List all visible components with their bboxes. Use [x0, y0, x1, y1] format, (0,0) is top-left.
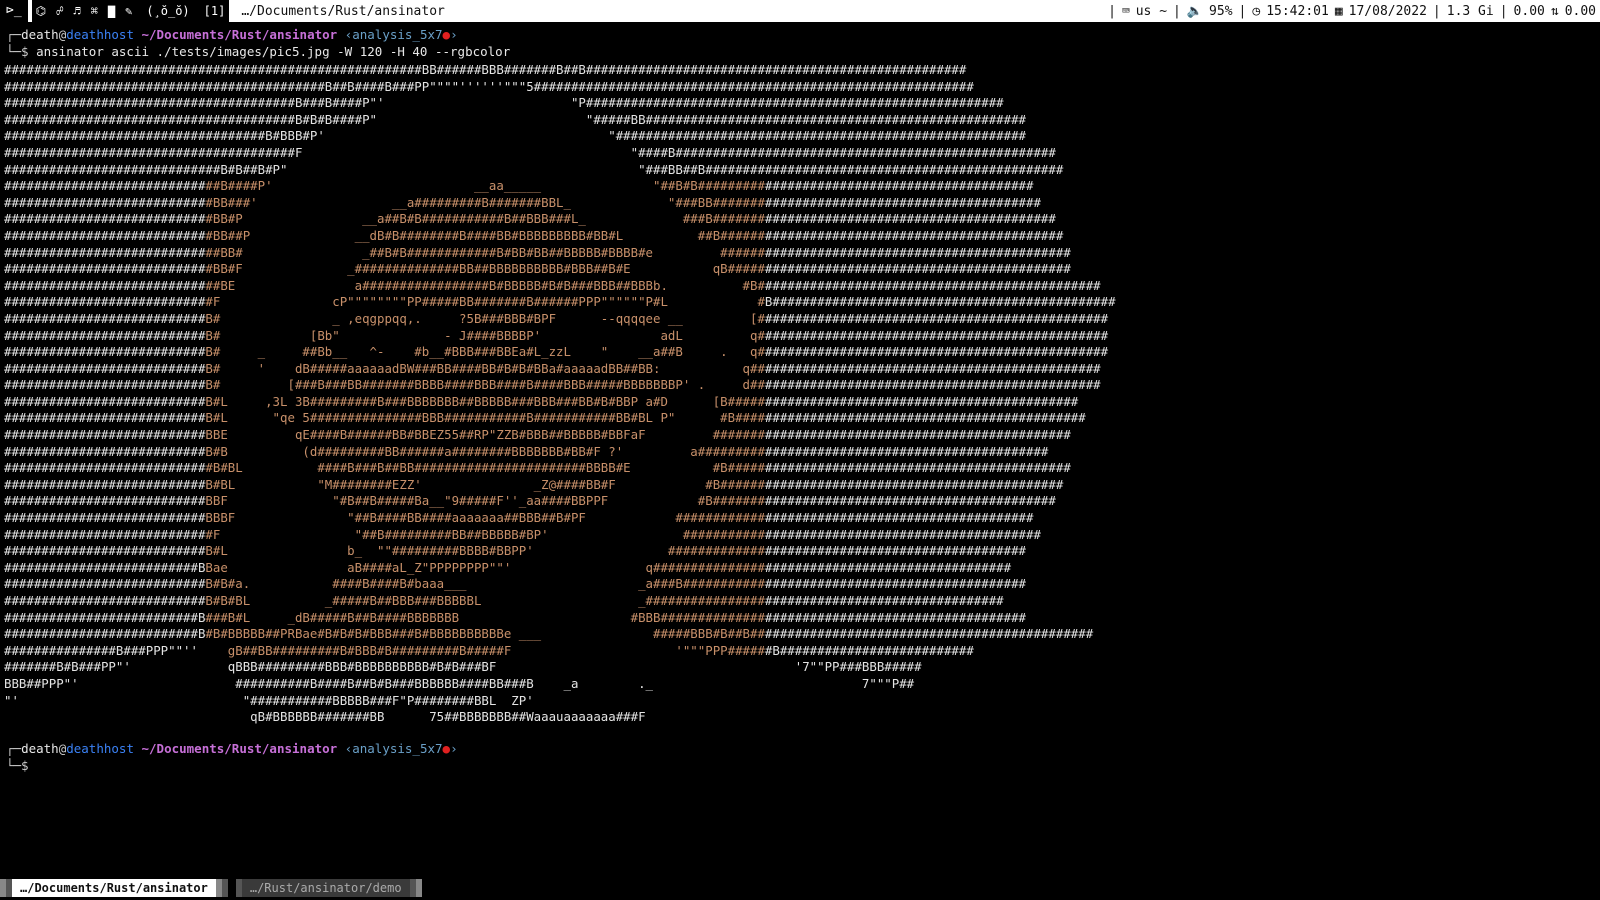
- git-branch: ‹analysis_5x7: [344, 27, 443, 42]
- ascii-line: BBB##PPP"' ##########B####B##B#B###BBBBB…: [4, 675, 915, 691]
- ascii-line: ########################################…: [4, 62, 967, 77]
- ascii-line: #############################B####P' __a…: [4, 178, 1034, 194]
- keyboard-icon: ⌨: [1121, 3, 1130, 19]
- ascii-line: ############################BB#F _######…: [4, 261, 1071, 277]
- terminal-window[interactable]: ┌─death@deathhost ~/Documents/Rust/ansin…: [4, 22, 1596, 880]
- ascii-line: #############################B#B##B#P" "…: [4, 161, 1064, 177]
- ascii-line: ##########################B#B#BBBBB##PRB…: [4, 626, 1094, 642]
- ascii-line: ############################F "##B######…: [4, 526, 1041, 542]
- clock-icon: ◷: [1252, 3, 1261, 19]
- ascii-line: ###############B###PPP""'' gB##BB#######…: [4, 642, 974, 658]
- ascii-line: ###########################B#L b_ ""####…: [4, 543, 1027, 559]
- camera-icon[interactable]: ⌘: [91, 4, 98, 18]
- net-up: 0.00: [1564, 3, 1596, 19]
- prompt-user: death: [21, 27, 59, 42]
- volume-level[interactable]: 95%: [1209, 4, 1232, 19]
- folder-icon[interactable]: ▇: [108, 4, 115, 18]
- ascii-art-output: ########################################…: [4, 62, 1116, 726]
- ascii-line: ##########################B###B#L _dB###…: [4, 609, 1027, 625]
- volume-icon: 🔈: [1186, 3, 1204, 19]
- ascii-line: "' "###########BBBBB###F"P########BBL ZP…: [4, 692, 534, 708]
- clock-time: 15:42:01: [1266, 3, 1329, 19]
- ascii-line: ###########################B#B (d#######…: [4, 443, 1049, 459]
- dirty-dot-icon: ●: [442, 741, 451, 756]
- cursor-line[interactable]: └─$: [6, 758, 29, 773]
- top-status-bar: ⊳_ ⌬ ☍ ♬ ⌘ ▇ ✎ (¸ŏ_ŏ) [1] …/Documents/Ru…: [0, 0, 1600, 22]
- pen-icon[interactable]: ✎: [125, 4, 132, 18]
- ascii-line: qB#BBBBBB#######BB 75##BBBBBBB##Waaauaaa…: [205, 709, 646, 725]
- workspace-switcher: ⌬ ☍ ♬ ⌘ ▇ ✎ (¸ŏ_ŏ) [1]: [31, 0, 230, 22]
- calendar-icon: ▦: [1334, 3, 1343, 19]
- ascii-line: ###########################BBE qE####B##…: [4, 427, 1071, 443]
- ascii-line: #######################################F…: [4, 144, 1056, 160]
- ascii-line: ############################F cP""""""""…: [4, 294, 1116, 310]
- tab-demo[interactable]: …/Rust/ansinator/demo: [241, 879, 410, 897]
- ascii-line: #############################BB# _##B#B#…: [4, 244, 1071, 260]
- ascii-line: ##########################BBae aB####aL_…: [4, 559, 1012, 575]
- ascii-line: ###########################B#BL "M######…: [4, 476, 1064, 492]
- ascii-line: ############################BB#P __a##B#…: [4, 211, 1056, 227]
- ascii-line: ############################B#BL ####B##…: [4, 460, 1071, 476]
- ascii-line: ###################################B#BBB…: [4, 128, 1027, 144]
- ascii-line: ###########################BBBF "##B####…: [4, 510, 1034, 526]
- ascii-line: #############################BE a#######…: [4, 277, 1101, 293]
- ascii-line: ############################BB###' __a##…: [4, 194, 1041, 210]
- refresh-icon[interactable]: ☍: [56, 4, 63, 18]
- memory-usage: 1.3 Gi: [1446, 3, 1494, 19]
- ascii-line: ###########################B#L ,3L 3B###…: [4, 393, 1079, 409]
- net-down: 0.00: [1513, 3, 1545, 19]
- ascii-line: ###########################BBF "#B##B###…: [4, 493, 1056, 509]
- terminal-icon[interactable]: ⊳_: [0, 0, 28, 22]
- dirty-dot-icon: ●: [442, 27, 451, 42]
- workspace-area: ⊳_ ⌬ ☍ ♬ ⌘ ▇ ✎ (¸ŏ_ŏ) [1] …/Documents/Ru…: [0, 0, 445, 22]
- window-title: …/Documents/Rust/ansinator: [241, 3, 445, 19]
- ascii-line: ###########################B# _ ##Bb__ ^…: [4, 344, 1109, 360]
- prompt-command: ┌─death@deathhost ~/Documents/Rust/ansin…: [6, 27, 511, 59]
- music-icon[interactable]: ♬: [73, 4, 80, 18]
- date: 17/08/2022: [1348, 3, 1427, 19]
- prompt-corner: ┌─: [6, 27, 22, 42]
- ascii-line: ###########################B# [###B###BB…: [4, 377, 1101, 393]
- ascii-line: #######B#B###PP"' qBBB#########BBB#BBBBB…: [4, 659, 922, 675]
- ascii-line: #######################################B…: [4, 95, 1004, 111]
- ascii-line: ###########################B# [Bb" - J##…: [4, 327, 1109, 343]
- network-icon[interactable]: ⌬: [36, 4, 46, 18]
- ascii-line: ###########################B# _ ,eqgppqq…: [4, 310, 1109, 326]
- keyboard-layout[interactable]: us ~: [1136, 4, 1167, 19]
- tab-ansinator[interactable]: …/Documents/Rust/ansinator: [12, 879, 216, 897]
- updown-icon: ⇅: [1550, 3, 1559, 19]
- ascii-line: ###########################B# ' dB#####a…: [4, 360, 1101, 376]
- tmux-tab-bar: …/Documents/Rust/ansinator …/Rust/ansina…: [0, 878, 422, 898]
- ascii-line: ############################BB##P __dB#B…: [4, 227, 1064, 243]
- prompt-path: ~/Documents/Rust/ansinator: [141, 27, 338, 42]
- ascii-line: #######################################B…: [4, 111, 1027, 127]
- ascii-line: ########################################…: [4, 78, 974, 94]
- prompt-host: deathhost: [66, 27, 134, 42]
- system-tray: | ⌨ us ~ | 🔈 95% | ◷ 15:42:01 ▦ 17/08/20…: [1108, 3, 1596, 19]
- ascii-line: ###########################B#B#a. ####B#…: [4, 576, 1027, 592]
- command-text: ansinator ascii ./tests/images/pic5.jpg …: [36, 44, 511, 59]
- prompt-idle: ┌─death@deathhost ~/Documents/Rust/ansin…: [6, 741, 458, 773]
- ascii-line: ###########################B#B#BL _#####…: [4, 593, 1004, 608]
- ascii-line: ###########################B#L "qe 5####…: [4, 410, 1086, 426]
- workspace-index[interactable]: [1]: [204, 4, 226, 18]
- layout-face[interactable]: (¸ŏ_ŏ): [146, 4, 189, 18]
- prompt-corner-bottom: └─$: [6, 44, 37, 59]
